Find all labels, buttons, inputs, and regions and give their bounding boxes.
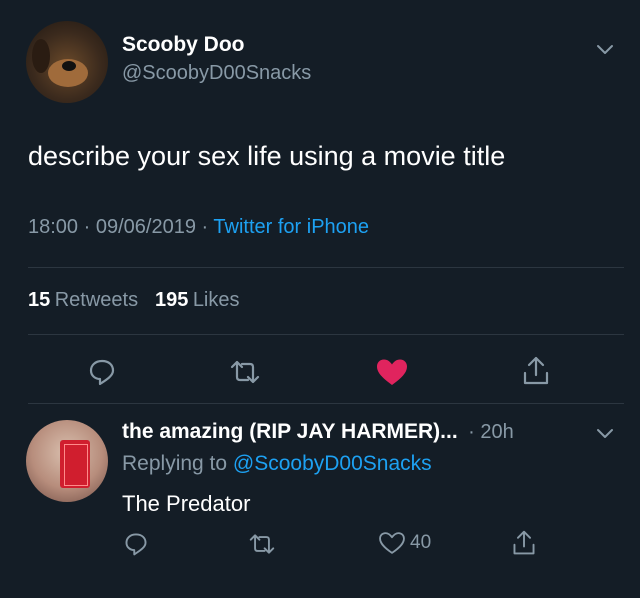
- chevron-down-icon[interactable]: [592, 420, 618, 446]
- retweets-label[interactable]: Retweets: [55, 289, 138, 311]
- meta-separator: ·: [83, 216, 91, 238]
- tweet-time: 18:00: [28, 216, 79, 238]
- author-handle[interactable]: @ScoobyD00Snacks: [122, 62, 311, 85]
- reply-header: the amazing (RIP JAY HARMER)... · 20h: [122, 420, 514, 444]
- author-avatar[interactable]: [26, 21, 108, 103]
- retweet-icon[interactable]: [225, 354, 265, 390]
- avatar-nose: [62, 61, 76, 71]
- reply-icon[interactable]: [120, 528, 152, 560]
- likes-label[interactable]: Likes: [193, 289, 240, 311]
- heart-filled-icon[interactable]: [374, 354, 410, 390]
- tweet-source-link[interactable]: Twitter for iPhone: [213, 216, 369, 238]
- chevron-down-icon[interactable]: [592, 36, 618, 62]
- share-icon[interactable]: [508, 526, 540, 560]
- author-name[interactable]: Scooby Doo: [122, 33, 245, 57]
- tweet-text: describe your sex life using a movie tit…: [28, 141, 506, 171]
- reply-icon[interactable]: [84, 354, 120, 390]
- like-count: 40: [410, 532, 432, 553]
- heart-outline-icon[interactable]: [378, 530, 406, 556]
- like-button[interactable]: 40: [378, 530, 431, 556]
- retweets-count[interactable]: 15: [28, 289, 50, 311]
- likes-count[interactable]: 195: [155, 289, 188, 311]
- share-icon[interactable]: [518, 352, 554, 390]
- divider: [28, 403, 624, 404]
- avatar-card-border: [64, 444, 88, 486]
- replying-to-label: Replying to: [122, 452, 228, 475]
- divider: [28, 334, 624, 335]
- replying-to: Replying to @ScoobyD00Snacks: [122, 452, 432, 476]
- retweet-icon[interactable]: [244, 528, 280, 560]
- avatar-ear: [32, 39, 50, 73]
- reply-age: · 20h: [468, 421, 514, 443]
- tweet-date: 09/06/2019: [95, 216, 196, 238]
- reply-text: The Predator: [122, 491, 251, 516]
- reply-author-avatar[interactable]: [26, 420, 108, 502]
- tweet-meta: 18:00 · 09/06/2019 · Twitter for iPhone: [28, 216, 369, 239]
- tweet-stats: 15 Retweets 195 Likes: [28, 289, 240, 312]
- replying-to-handle[interactable]: @ScoobyD00Snacks: [233, 452, 432, 475]
- reply-author-name[interactable]: the amazing (RIP JAY HARMER)...: [122, 420, 458, 443]
- meta-separator: ·: [201, 216, 209, 238]
- divider: [28, 267, 624, 268]
